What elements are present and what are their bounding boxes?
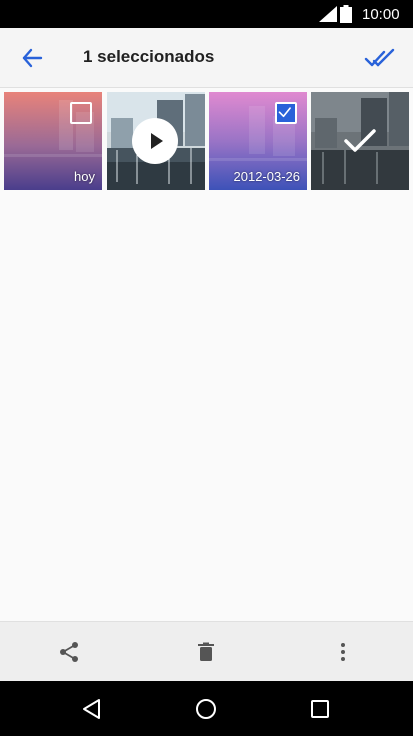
arrow-left-icon[interactable] (16, 44, 48, 72)
play-button[interactable] (132, 118, 178, 164)
check-icon (344, 129, 376, 152)
navigation-bar (0, 681, 413, 736)
status-bar: 10:00 (0, 0, 413, 28)
nav-back-icon[interactable] (79, 696, 105, 722)
battery-icon (340, 5, 352, 23)
signal-icon (319, 6, 337, 22)
nav-recents-icon[interactable] (307, 696, 333, 722)
page-title: 1 seleccionados (83, 47, 215, 66)
screen: 10:00 1 seleccionados hoy 2012-03-26 (0, 0, 413, 736)
action-bar: 1 seleccionados (0, 28, 413, 88)
selection-checkbox[interactable] (70, 102, 92, 124)
grid-item[interactable] (107, 92, 205, 190)
grid-item[interactable] (311, 92, 409, 190)
double-check-icon[interactable] (364, 44, 398, 72)
trash-icon[interactable] (194, 640, 218, 664)
bottom-toolbar (0, 621, 413, 681)
status-time: 10:00 (362, 6, 400, 23)
thumbnail-date-label: hoy (74, 169, 95, 184)
play-icon (151, 133, 163, 149)
thumbnail-date-label: 2012-03-26 (233, 169, 301, 184)
grid-item[interactable]: 2012-03-26 (209, 92, 307, 190)
check-icon (278, 107, 291, 118)
grid-item[interactable]: hoy (4, 92, 102, 190)
more-vert-icon[interactable] (331, 640, 355, 664)
nav-home-icon[interactable] (193, 696, 219, 722)
share-icon[interactable] (57, 640, 81, 664)
selection-checkbox-checked[interactable] (275, 102, 297, 124)
media-grid: hoy 2012-03-26 (4, 92, 409, 190)
